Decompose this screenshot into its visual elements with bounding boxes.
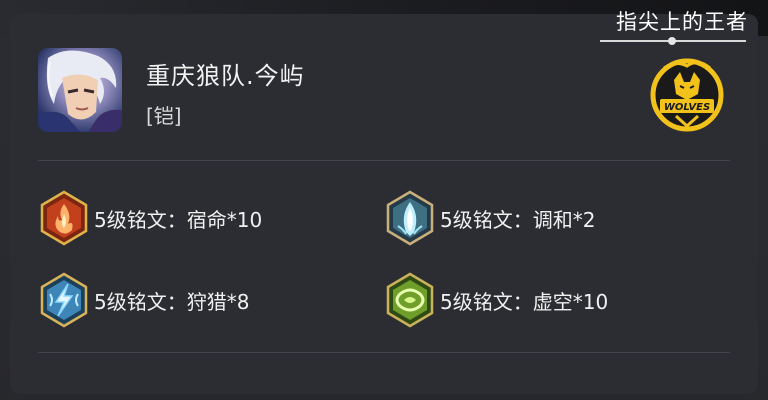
rune-item: 5级铭文：宿命*10: [38, 190, 338, 246]
rune-item: 5级铭文：调和*2: [384, 190, 684, 246]
blue-lightning-rune-icon: [38, 272, 90, 328]
rune-label: 5级铭文：宿命*10: [94, 208, 263, 232]
rune-item: 5级铭文：虚空*10: [384, 272, 684, 328]
watermark-underline: [600, 37, 746, 45]
cyan-leaf-rune-icon: [384, 190, 436, 246]
red-flame-rune-icon: [38, 190, 90, 246]
divider-bottom: [38, 352, 730, 353]
rune-label: 5级铭文：狩猎*8: [94, 290, 250, 314]
hero-avatar[interactable]: [38, 48, 122, 132]
wolves-team-logo[interactable]: WOLVES: [646, 54, 728, 136]
hero-name: [铠]: [146, 104, 182, 128]
green-knot-rune-icon: [384, 272, 436, 328]
wolves-logo-text: WOLVES: [664, 102, 710, 113]
player-name: 重庆狼队.今屿: [146, 62, 305, 90]
rune-label: 5级铭文：调和*2: [440, 208, 596, 232]
rune-label: 5级铭文：虚空*10: [440, 290, 609, 314]
rune-item: 5级铭文：狩猎*8: [38, 272, 338, 328]
screen: 指尖上的王者 重庆狼队.今屿 [铠] WOLVES 5级铭文：宿命*10 5级铭…: [0, 0, 768, 400]
watermark-text: 指尖上的王者: [616, 10, 748, 34]
divider-top: [38, 160, 730, 161]
